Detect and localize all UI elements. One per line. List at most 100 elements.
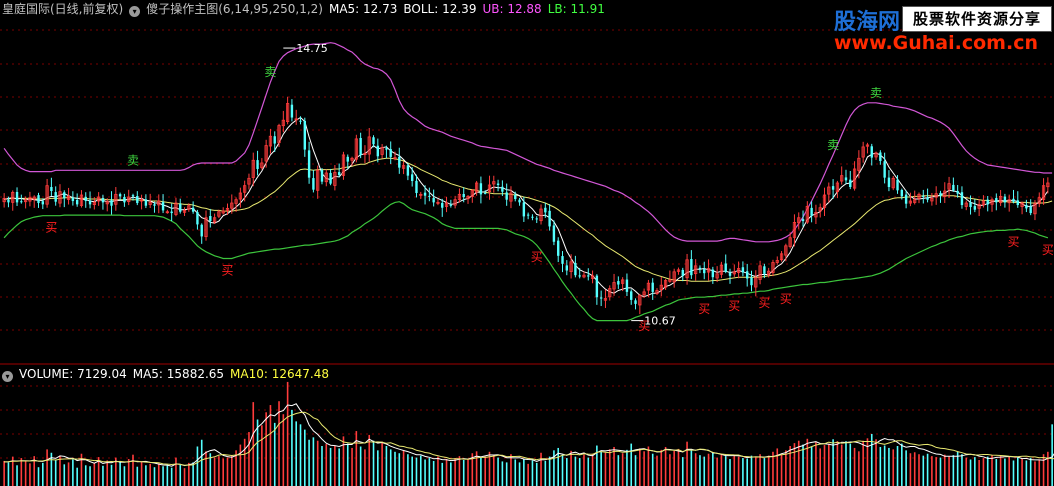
stock-chart[interactable]: 买卖买卖买买买买买买卖卖买买卖买 14.7510.67 (0, 0, 1054, 486)
candle-body-down (801, 219, 805, 222)
candle-body-down (960, 192, 964, 206)
candle-body-down (810, 207, 813, 216)
candle-body-down (54, 192, 57, 202)
candle-body-down (483, 192, 487, 194)
price-annotation-label: 10.67 (644, 315, 676, 328)
candle-body-down (1025, 204, 1028, 209)
candle-body-down (879, 152, 882, 161)
candle-body-down (939, 192, 942, 196)
candle-body-down (526, 214, 530, 216)
buy-signal-label: 买 (45, 221, 57, 235)
grid-lines (0, 29, 1054, 459)
candle-body-down (973, 206, 977, 210)
volume-panel-header: ▾ VOLUME: 7129.04 MA5: 15882.65 MA10: 12647… (2, 367, 335, 382)
candle-body-down (359, 137, 362, 155)
candle-body-down (831, 186, 835, 190)
candle-body-down (410, 174, 414, 181)
volume-ma5-value: MA5: 15882.65 (132, 367, 225, 381)
candle-body-down (385, 148, 388, 150)
candle-body-down (496, 183, 500, 185)
upper-band-line (3, 42, 1053, 243)
candle-body-down (131, 195, 135, 197)
candle-body-down (698, 267, 702, 270)
volume-ma10-value: MA10: 12647.48 (230, 367, 329, 381)
candle-body-down (501, 186, 504, 192)
candle-body-down (423, 192, 427, 196)
candle-body-down (7, 199, 10, 203)
candle-body-down (617, 281, 620, 285)
candle-body-down (952, 184, 955, 191)
ma5-value: MA5: 12.73 (328, 2, 398, 16)
volume-value: VOLUME: 7129.04 (19, 367, 127, 381)
buy-signal-label: 买 (1042, 243, 1054, 257)
candle-body-down (531, 216, 534, 218)
boll-value: BOLL: 12.39 (403, 2, 477, 16)
candle-body-down (634, 300, 637, 304)
candle-body-down (372, 137, 375, 145)
price-annotation-label: 14.75 (296, 42, 328, 55)
guhai-logo: 股海网 股票软件资源分享 www.Guhai.com.cn (832, 4, 1052, 54)
volume-settings-circle-icon[interactable]: ▾ (2, 371, 13, 382)
candle-body-down (1003, 196, 1007, 203)
candle-body-down (161, 202, 165, 211)
candle-body-down (136, 196, 139, 204)
candle-body-down (578, 275, 581, 277)
candle-body-down (995, 197, 998, 203)
buy-signal-label: 买 (1007, 235, 1019, 249)
candle-body-down (299, 120, 302, 122)
candle-body-down (71, 197, 75, 202)
logo-url: www.Guhai.com.cn (834, 32, 1038, 54)
candle-body-down (625, 279, 629, 292)
candle-body-down (870, 146, 873, 158)
main-chart-header: 皇庭国际(日线,前复权) ▾ 傻子操作主图(6,14,95,250,1,2) MA5:… (2, 2, 611, 17)
volume-ma10-line (4, 411, 1054, 466)
candle-body-down (290, 104, 294, 118)
candle-body-down (406, 165, 410, 176)
candle-body-down (986, 199, 989, 205)
candle-body-down (630, 291, 633, 300)
settings-circle-icon[interactable]: ▾ (129, 6, 141, 17)
candle-body-down (703, 269, 706, 274)
candle-body-down (956, 190, 959, 194)
stock-title: 皇庭国际(日线,前复权) (2, 2, 124, 16)
buy-signal-label: 买 (698, 302, 710, 316)
volume-ma-lines (4, 403, 1054, 467)
candle-body-down (376, 145, 380, 157)
candle-body-down (307, 150, 311, 178)
buy-signal-label: 买 (728, 299, 740, 313)
logo-tagline: 股票软件资源分享 (902, 6, 1052, 32)
candle-body-down (41, 201, 45, 205)
buy-signal-label: 买 (780, 292, 792, 306)
candle-body-down (337, 172, 341, 175)
ma5-line (3, 116, 1049, 298)
candle-body-down (123, 196, 126, 203)
candle-body-down (37, 195, 40, 204)
candle-body-down (552, 225, 556, 242)
candle-body-down (88, 200, 92, 205)
candle-body-down (110, 200, 113, 206)
candle-body-down (191, 207, 195, 212)
candle-body-down (1016, 200, 1019, 206)
candle-body-down (101, 197, 105, 203)
candle-body-down (690, 259, 693, 276)
candle-body-down (462, 194, 465, 198)
candle-body-down (449, 204, 453, 206)
candle-body-down (922, 195, 925, 198)
volume-ma5-line (4, 403, 1054, 467)
candle-body-down (745, 271, 749, 279)
candle-body-down (904, 194, 908, 204)
candle-body-down (883, 161, 886, 178)
candle-body-down (900, 189, 904, 197)
candlesticks (2, 96, 1050, 315)
candle-body-down (479, 183, 483, 195)
sell-signal-label: 卖 (827, 138, 839, 152)
ub-value: UB: 12.88 (482, 2, 542, 16)
candle-body-down (329, 172, 332, 184)
buy-signal-label: 买 (531, 250, 543, 264)
candle-body-down (273, 136, 276, 144)
candle-body-down (209, 216, 212, 222)
candle-body-down (896, 179, 899, 191)
buy-signal-label: 买 (221, 263, 233, 277)
candle-body-down (651, 282, 654, 292)
candle-body-down (75, 199, 79, 205)
